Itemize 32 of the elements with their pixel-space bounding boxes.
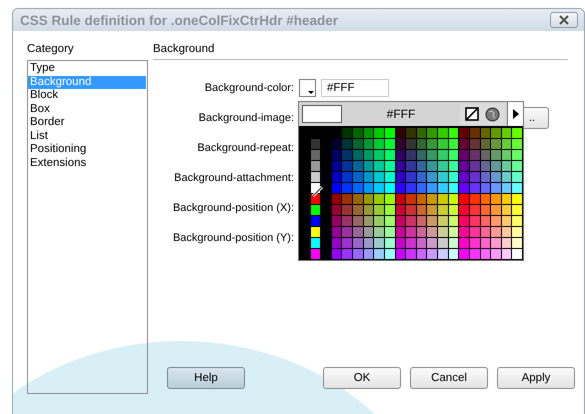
category-item[interactable]: Block — [28, 89, 146, 102]
dropdown-arrow-icon — [308, 91, 314, 95]
color-preview — [302, 105, 342, 123]
close-button[interactable] — [550, 12, 578, 28]
panel-title: Background — [153, 43, 216, 56]
eyedropper-icon — [311, 184, 325, 198]
category-label: Category — [27, 43, 75, 56]
category-item[interactable]: List — [28, 130, 146, 143]
color-input-field[interactable]: #FFF — [321, 79, 389, 97]
dialog-button[interactable]: OK — [323, 367, 401, 389]
dialog-button[interactable]: Apply — [497, 367, 575, 389]
menu-arrow-button[interactable] — [507, 102, 523, 126]
field-label: Background-attachment: — [173, 172, 294, 184]
field-label: Background-repeat: — [196, 142, 294, 154]
color-swatch-button[interactable] — [299, 79, 316, 97]
category-item[interactable]: Type — [28, 62, 146, 76]
dialog-button[interactable]: Cancel — [410, 367, 488, 389]
close-icon — [558, 15, 570, 25]
category-item[interactable]: Extensions — [28, 156, 146, 170]
category-item[interactable]: Box — [28, 102, 146, 116]
no-color-icon[interactable] — [465, 107, 479, 121]
globe-icon[interactable] — [485, 106, 500, 122]
category-item[interactable]: Border — [28, 116, 146, 130]
arrow-right-icon — [512, 109, 518, 119]
color-value: #FFF — [386, 107, 416, 121]
window-title: CSS Rule definition for .oneColFixCtrHdr #header — [20, 12, 340, 28]
field-label: Background-image: — [198, 112, 294, 124]
help-button[interactable]: Help — [167, 367, 245, 389]
field-label: Background-color: — [204, 82, 294, 94]
field-label: Background-position (X): — [172, 202, 294, 214]
field-label: Background-position (Y): — [172, 232, 294, 244]
category-item[interactable]: Positioning — [28, 143, 146, 156]
